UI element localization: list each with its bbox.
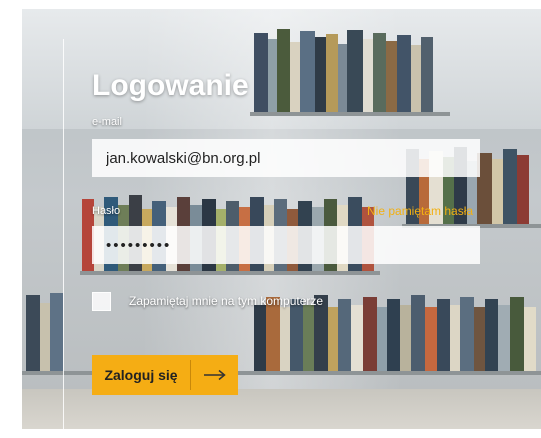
forgot-password-link[interactable]: Nie pamiętam hasła bbox=[367, 204, 473, 218]
page-title: Logowanie bbox=[92, 69, 249, 102]
email-field[interactable] bbox=[92, 139, 480, 177]
login-button-label: Zaloguj się bbox=[104, 367, 178, 383]
background-photo: Logowanie e-mail Hasło Nie pamiętam hasł… bbox=[22, 9, 541, 429]
password-label: Hasło bbox=[92, 205, 121, 217]
floor bbox=[22, 389, 541, 429]
login-button[interactable]: Zaloguj się bbox=[92, 355, 238, 395]
password-field[interactable] bbox=[92, 226, 480, 264]
decorative-line bbox=[63, 39, 64, 429]
remember-me-checkbox[interactable] bbox=[92, 292, 111, 311]
arrow-right-icon bbox=[191, 355, 238, 395]
email-label: e-mail bbox=[92, 116, 122, 128]
remember-me-label[interactable]: Zapamiętaj mnie na tym komputerze bbox=[129, 294, 323, 308]
